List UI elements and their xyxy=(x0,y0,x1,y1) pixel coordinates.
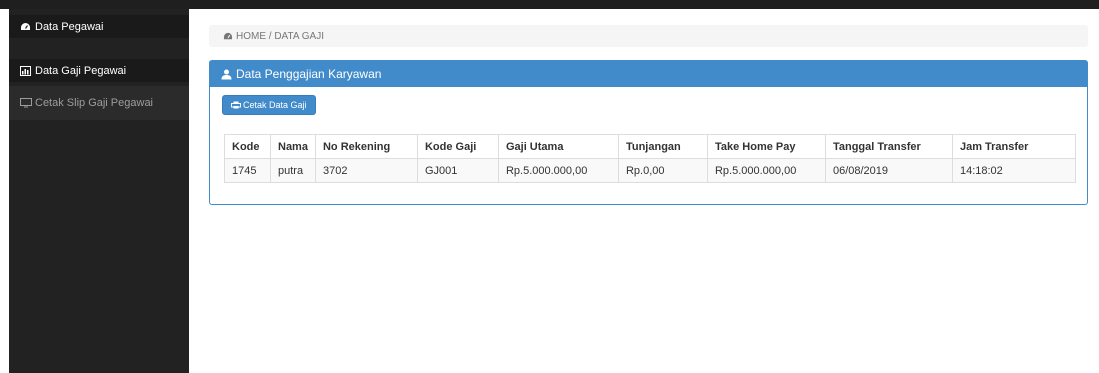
bar-chart-icon xyxy=(19,65,32,76)
column-header: Tunjangan xyxy=(617,134,708,159)
sidebar-item-data-pegawai[interactable]: Data Pegawai xyxy=(9,15,189,38)
breadcrumb: HOME / DATA GAJI xyxy=(209,25,1088,47)
table-cell: putra xyxy=(270,158,316,183)
main-content: HOME / DATA GAJI Data Penggajian Karyawa… xyxy=(189,9,1099,373)
print-icon xyxy=(231,101,241,109)
sidebar-item-label: Data Pegawai xyxy=(35,20,104,33)
table-header-row: Kode Nama No Rekening Kode Gaji Gaji Uta… xyxy=(224,134,1077,159)
table-cell: 3702 xyxy=(314,158,418,183)
table-cell: Rp.0,00 xyxy=(617,158,708,183)
top-bar xyxy=(0,0,1099,9)
table-cell: 1745 xyxy=(224,158,271,183)
panel-heading: Data Penggajian Karyawan xyxy=(210,61,1087,87)
column-header: Nama xyxy=(270,134,316,159)
dashboard-icon xyxy=(19,21,32,32)
sidebar-item-cetak-slip-gaji[interactable]: Cetak Slip Gaji Pegawai xyxy=(9,86,189,120)
sidebar-item-label: Cetak Slip Gaji Pegawai xyxy=(35,97,154,109)
breadcrumb-text: HOME / DATA GAJI xyxy=(236,30,324,42)
dashboard-icon xyxy=(223,32,233,41)
column-header: Jam Transfer xyxy=(951,134,1077,159)
column-header: Take Home Pay xyxy=(706,134,826,159)
table-cell: 14:18:02 xyxy=(951,158,1077,183)
payroll-panel: Data Penggajian Karyawan Cetak Data Gaji… xyxy=(209,60,1088,205)
column-header: Gaji Utama xyxy=(497,134,619,159)
print-button-label: Cetak Data Gaji xyxy=(243,100,307,110)
monitor-icon xyxy=(19,98,32,109)
sidebar-item-label: Data Gaji Pegawai xyxy=(35,64,127,77)
table-cell: Rp.5.000.000,00 xyxy=(497,158,619,183)
sidebar: Data Pegawai Data Gaji Pegawai Cetak Sli… xyxy=(9,9,189,373)
payroll-table: Kode Nama No Rekening Kode Gaji Gaji Uta… xyxy=(224,134,1077,183)
table-cell: 06/08/2019 xyxy=(824,158,953,183)
column-header: Kode Gaji xyxy=(416,134,499,159)
column-header: Tanggal Transfer xyxy=(824,134,953,159)
column-header: Kode xyxy=(224,134,271,159)
panel-title: Data Penggajian Karyawan xyxy=(236,67,382,81)
print-payroll-button[interactable]: Cetak Data Gaji xyxy=(222,95,316,115)
user-icon xyxy=(221,69,232,80)
table-cell: Rp.5.000.000,00 xyxy=(706,158,826,183)
column-header: No Rekening xyxy=(314,134,418,159)
table-row: 1745 putra 3702 GJ001 Rp.5.000.000,00 Rp… xyxy=(224,158,1077,183)
sidebar-item-data-gaji-pegawai[interactable]: Data Gaji Pegawai xyxy=(9,59,189,82)
table-cell: GJ001 xyxy=(416,158,499,183)
